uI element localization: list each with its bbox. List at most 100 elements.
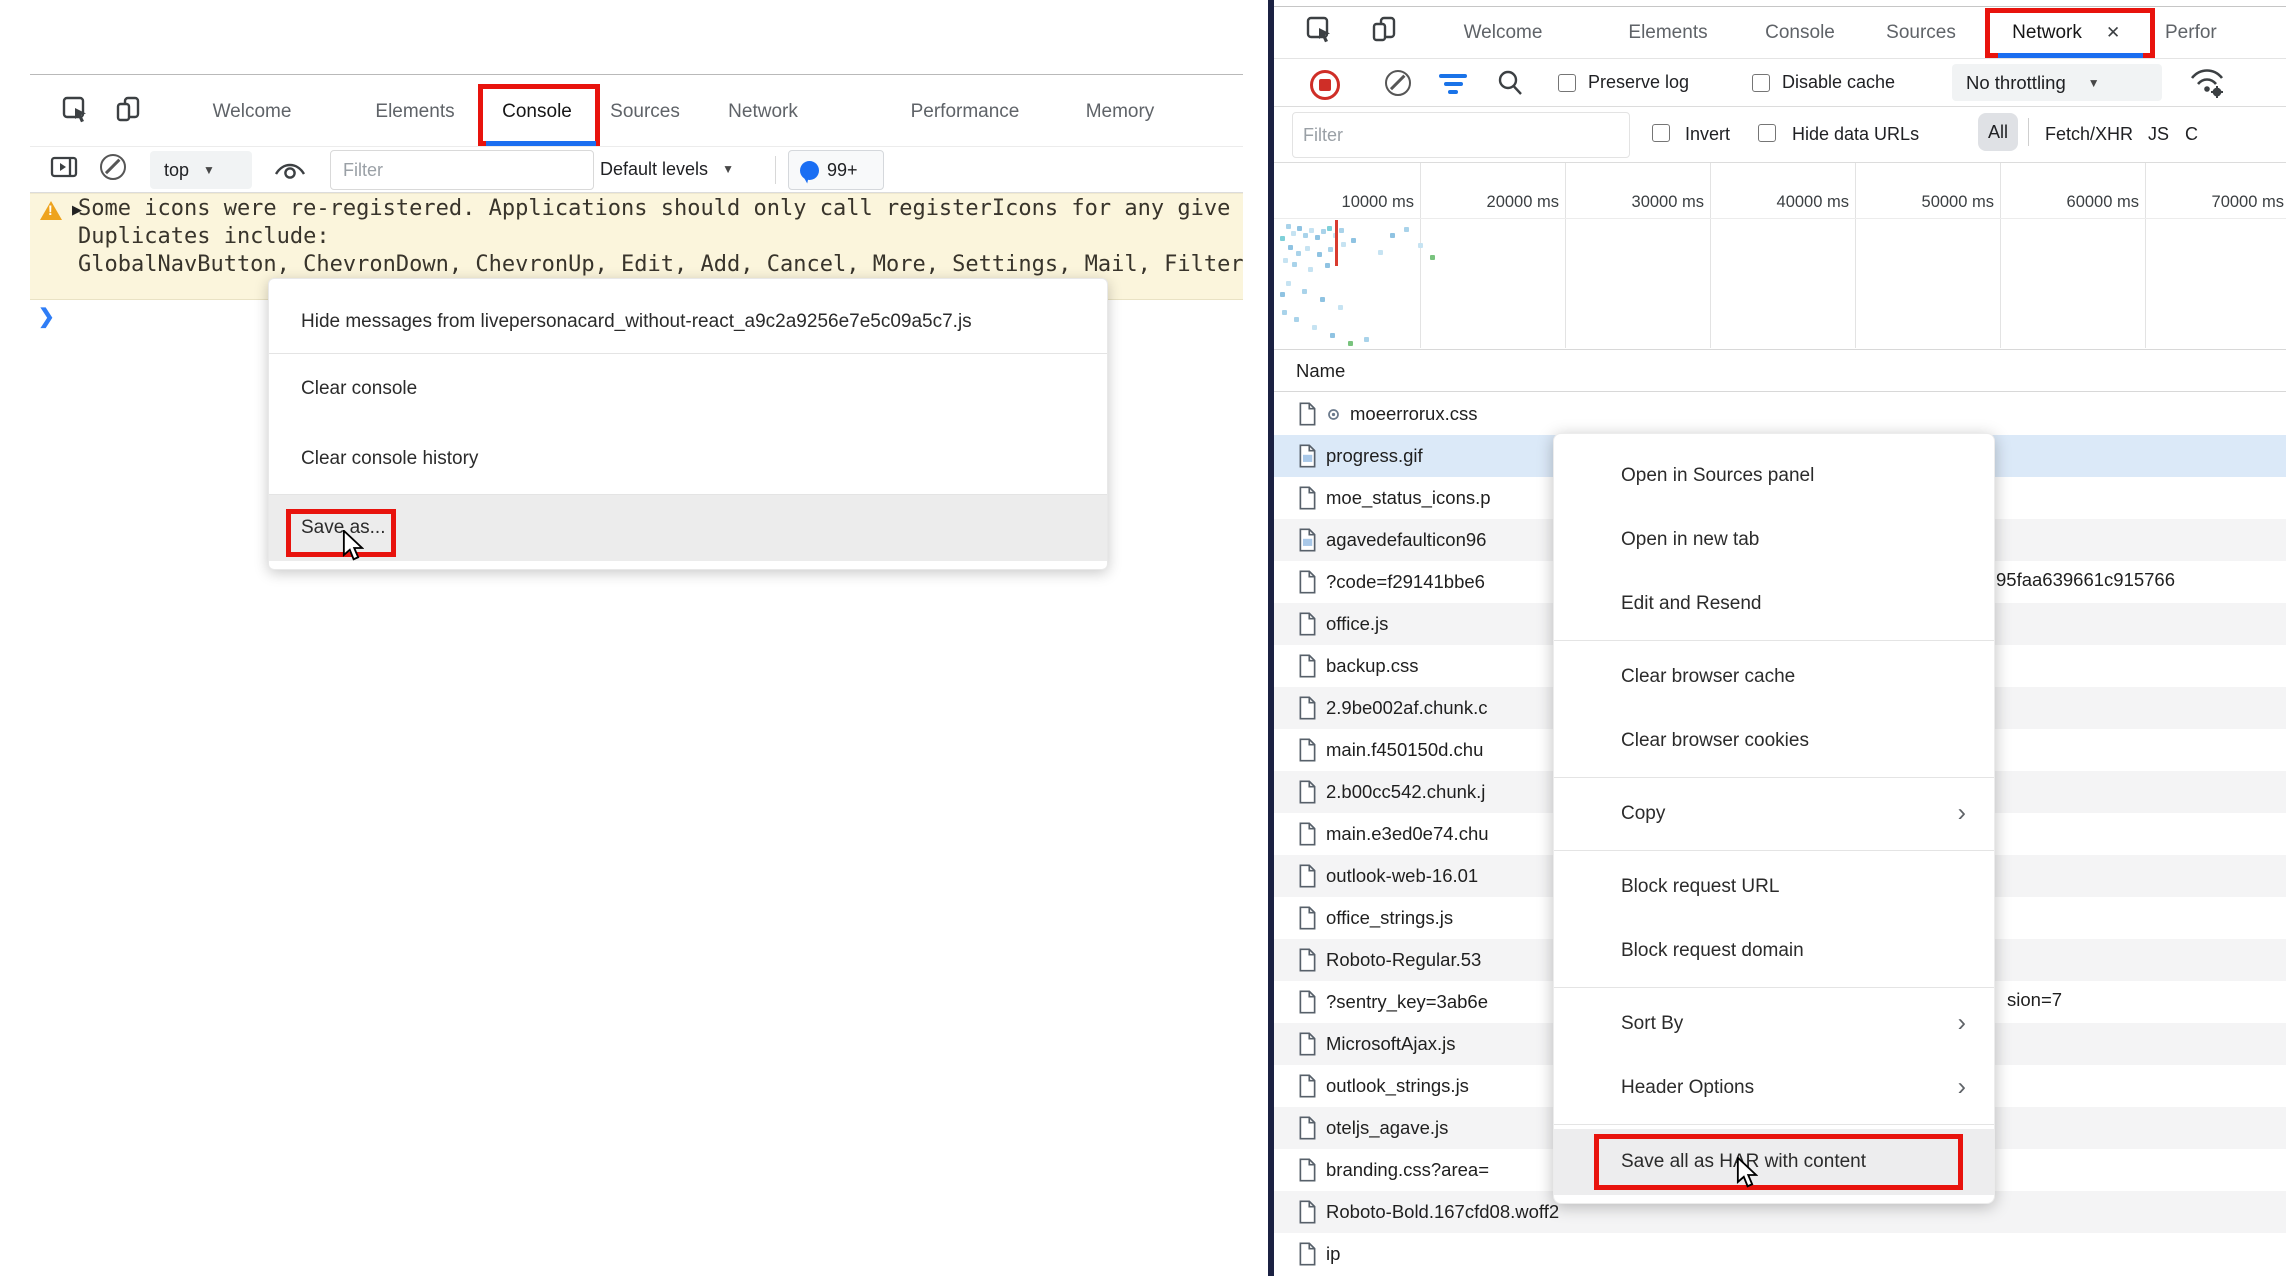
invert-checkbox[interactable]: [1652, 124, 1670, 142]
request-row[interactable]: ip: [1274, 1233, 2286, 1275]
issues-bubble-icon: [800, 161, 819, 180]
waterfall-request-dot: [1339, 228, 1344, 233]
active-tab-underline: [486, 141, 596, 146]
waterfall-request-dot: [1288, 245, 1293, 250]
menu-item-open-in-sources[interactable]: Open in Sources panel: [1554, 444, 1994, 508]
console-filter-input[interactable]: Filter: [330, 150, 594, 190]
log-levels-dropdown[interactable]: Default levels ▼: [600, 150, 734, 188]
network-conditions-icon[interactable]: [2188, 64, 2226, 100]
menu-item-block-request-domain[interactable]: Block request domain: [1554, 919, 1994, 983]
inspect-element-icon[interactable]: [1306, 16, 1333, 43]
console-sidebar-icon[interactable]: [50, 155, 78, 179]
waterfall-request-dot: [1292, 262, 1297, 267]
tab-memory[interactable]: Memory: [1086, 84, 1155, 140]
file-icon: [1298, 402, 1317, 426]
waterfall-request-dot: [1286, 281, 1291, 286]
network-context-menu: Open in Sources panel Open in new tab Ed…: [1553, 433, 1995, 1204]
console-prompt-chevron[interactable]: ❯: [38, 304, 55, 329]
tab-sources[interactable]: Sources: [610, 84, 680, 140]
menu-item-clear-browser-cookies[interactable]: Clear browser cookies: [1554, 709, 1994, 773]
waterfall-request-dot: [1325, 263, 1330, 268]
left-tabbar-border: [30, 146, 1243, 147]
request-name: oteljs_agave.js: [1326, 1117, 1448, 1139]
menu-item-copy[interactable]: Copy›: [1554, 782, 1994, 846]
tab-elements[interactable]: Elements: [375, 84, 454, 140]
record-network-log-icon[interactable]: [1310, 70, 1340, 100]
preserve-log-checkbox[interactable]: [1558, 74, 1576, 92]
warning-line-2: Duplicates include:: [78, 224, 330, 249]
screenshot-root: Welcome Elements Console Sources Network…: [0, 0, 2286, 1276]
network-filter-input[interactable]: Filter: [1292, 112, 1630, 158]
menu-item-save-as[interactable]: Save as...: [269, 495, 1107, 561]
hide-data-urls-checkbox[interactable]: [1758, 124, 1776, 142]
menu-item-clear-console-history[interactable]: Clear console history: [269, 424, 1107, 494]
menu-separator: [1554, 636, 1994, 645]
timeline-gridline: [1565, 163, 1566, 348]
filter-pill-all[interactable]: All: [1978, 113, 2018, 151]
menu-item-block-request-url[interactable]: Block request URL: [1554, 855, 1994, 919]
file-icon: [1298, 948, 1317, 972]
timeline-gridline: [1855, 163, 1856, 348]
menu-item-edit-and-resend[interactable]: Edit and Resend: [1554, 572, 1994, 636]
menu-item-sort-by[interactable]: Sort By ›: [1554, 992, 1994, 1056]
tab-performance[interactable]: Performance: [911, 84, 1020, 140]
clear-console-icon[interactable]: [100, 154, 126, 180]
menu-item-hide-messages[interactable]: Hide messages from livepersonacard_witho…: [269, 291, 1107, 353]
live-expression-eye-icon[interactable]: [272, 158, 308, 182]
tab-console[interactable]: Console: [1765, 8, 1835, 58]
clear-network-log-icon[interactable]: [1385, 70, 1411, 96]
issues-counter[interactable]: 99+: [788, 150, 884, 190]
waterfall-request-dot: [1297, 226, 1302, 231]
menu-item-open-in-new-tab[interactable]: Open in new tab: [1554, 508, 1994, 572]
throttling-value: No throttling: [1966, 72, 2066, 94]
device-toolbar-icon[interactable]: [1372, 16, 1401, 43]
request-name: main.e3ed0e74.chu: [1326, 823, 1489, 845]
tab-welcome[interactable]: Welcome: [1464, 8, 1543, 58]
menu-item-label: Sort By: [1621, 1013, 1683, 1035]
device-toolbar-icon[interactable]: [116, 96, 145, 123]
inspect-element-icon[interactable]: [62, 96, 89, 123]
name-column-header[interactable]: Name: [1274, 349, 2286, 392]
request-name: outlook-web-16.01: [1326, 865, 1478, 887]
throttling-dropdown[interactable]: No throttling ▼: [1952, 64, 2162, 101]
request-name: ip: [1326, 1243, 1340, 1265]
search-icon[interactable]: [1496, 69, 1524, 97]
tab-performance[interactable]: Perfor: [2165, 8, 2217, 58]
tab-elements[interactable]: Elements: [1628, 8, 1707, 58]
pill-divider: [2028, 118, 2029, 146]
context-selector-dropdown[interactable]: top ▼: [150, 151, 252, 189]
menu-item-label: Block request URL: [1621, 876, 1779, 898]
file-icon: [1298, 1032, 1317, 1056]
file-icon: [1298, 1242, 1317, 1266]
console-filter-placeholder: Filter: [343, 160, 383, 181]
tab-sources[interactable]: Sources: [1886, 8, 1956, 58]
menu-item-clear-console[interactable]: Clear console: [269, 354, 1107, 424]
waterfall-request-dot: [1305, 246, 1310, 251]
filter-pill-fetch-xhr[interactable]: Fetch/XHR: [2045, 116, 2133, 152]
request-row[interactable]: moeerrorux.css: [1274, 393, 2286, 435]
context-selector-value: top: [164, 160, 189, 181]
timeline-gridline: [2145, 163, 2146, 348]
ruler-baseline: [1274, 218, 2286, 219]
filter-icon[interactable]: [1438, 74, 1468, 98]
timeline-gridline: [2000, 163, 2001, 348]
tab-network[interactable]: Network: [728, 84, 798, 140]
waterfall-request-dot: [1418, 243, 1423, 248]
filter-pill-js[interactable]: JS: [2148, 116, 2169, 152]
menu-item-clear-browser-cache[interactable]: Clear browser cache: [1554, 645, 1994, 709]
waterfall-request-dot: [1312, 325, 1317, 330]
waterfall-request-dot: [1327, 226, 1332, 231]
file-icon: [1298, 738, 1317, 762]
waterfall-request-dot: [1328, 247, 1333, 252]
network-filter-placeholder: Filter: [1303, 125, 1343, 146]
request-name: backup.css: [1326, 655, 1419, 677]
file-icon: [1298, 990, 1317, 1014]
waterfall-request-dot: [1320, 297, 1325, 302]
menu-item-header-options[interactable]: Header Options›: [1554, 1056, 1994, 1120]
waterfall-request-dot: [1348, 341, 1353, 346]
filter-pill-css-clipped[interactable]: C: [2185, 116, 2198, 152]
menu-item-save-all-as-har[interactable]: Save all as HAR with content: [1554, 1129, 1994, 1195]
submenu-chevron-icon: ›: [1958, 1008, 1966, 1037]
tab-welcome[interactable]: Welcome: [213, 84, 292, 140]
disable-cache-checkbox[interactable]: [1752, 74, 1770, 92]
